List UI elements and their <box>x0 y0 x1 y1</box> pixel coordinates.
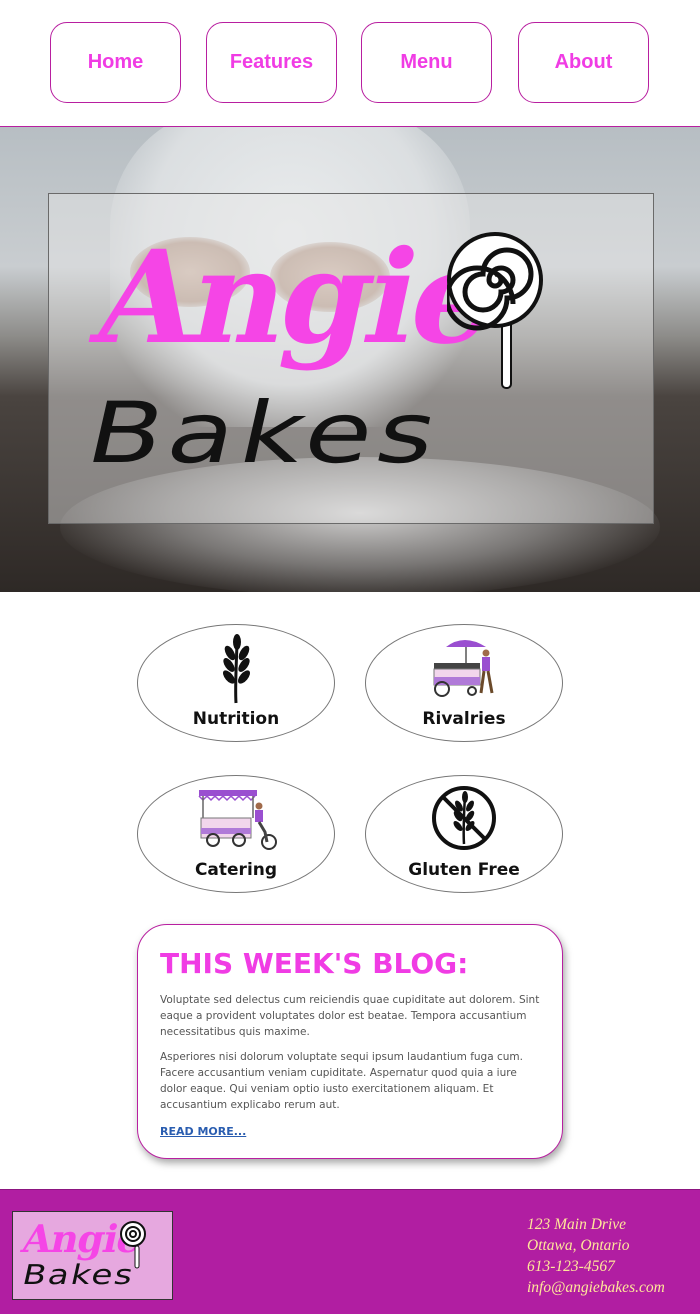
email-address[interactable]: info@angiebakes.com <box>527 1277 665 1298</box>
feature-label: Nutrition <box>192 709 280 729</box>
feature-rivalries[interactable]: Rivalries <box>365 624 563 742</box>
feature-label: Gluten Free <box>408 860 520 880</box>
blog-paragraph: Voluptate sed delectus cum reiciendis qu… <box>160 994 540 1038</box>
address-line1: 123 Main Drive <box>527 1216 627 1233</box>
blog-card: THIS WEEK'S BLOG: Voluptate sed delectus… <box>137 924 563 1159</box>
logo-bakes-text: Bakes <box>78 384 452 483</box>
phone-number[interactable]: 613-123-4567 <box>527 1256 665 1277</box>
hero-logo: Angie Bakes <box>48 193 654 524</box>
footer-logo-bakes-text: Bakes <box>19 1259 138 1291</box>
feature-gluten-free[interactable]: Gluten Free <box>365 775 563 893</box>
lollipop-icon <box>447 232 543 389</box>
top-nav: Home Features Menu About <box>0 0 700 127</box>
address-line2: Ottawa, Ontario <box>527 1237 630 1254</box>
nav-home-button[interactable]: Home <box>50 22 181 103</box>
footer: Angie Bakes 123 Main Drive Ottawa, Ontar… <box>0 1189 700 1314</box>
blog-title: THIS WEEK'S BLOG: <box>160 947 469 980</box>
feature-catering[interactable]: Catering <box>137 775 335 893</box>
food-cart-icon <box>433 640 494 697</box>
feature-nutrition[interactable]: Nutrition <box>137 624 335 742</box>
footer-logo[interactable]: Angie Bakes <box>12 1211 173 1300</box>
nav-about-button[interactable]: About <box>518 22 649 103</box>
wheat-icon <box>223 634 250 704</box>
nav-features-button[interactable]: Features <box>206 22 337 103</box>
feature-label: Catering <box>194 860 278 880</box>
logo-angie-text: Angie <box>83 223 507 373</box>
no-gluten-icon <box>432 786 496 850</box>
nav-menu-button[interactable]: Menu <box>361 22 492 103</box>
bike-cart-icon <box>198 790 277 850</box>
blog-paragraph: Asperiores nisi dolorum voluptate sequi … <box>160 1051 523 1111</box>
read-more-link[interactable]: READ MORE... <box>160 1125 246 1138</box>
hero-banner: Angie Bakes <box>0 127 700 592</box>
contact-info: 123 Main Drive Ottawa, Ontario 613-123-4… <box>527 1214 665 1298</box>
feature-label: Rivalries <box>422 709 506 729</box>
